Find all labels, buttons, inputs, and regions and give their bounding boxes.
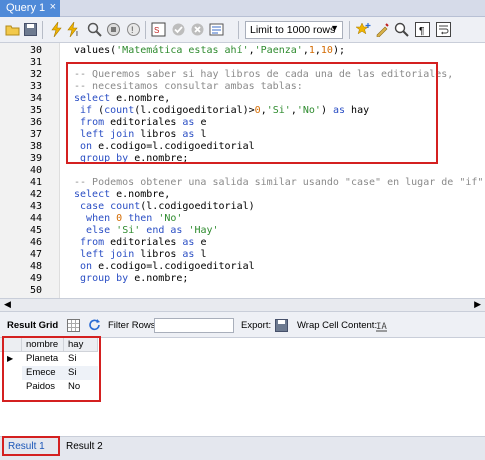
tab-result-2[interactable]: Result 2 [66, 441, 103, 452]
execute-icon[interactable] [48, 21, 65, 38]
line-number: 43 [29, 201, 42, 212]
result-toolbar: Result Grid Filter Rows: Export: Wrap Ce… [0, 312, 485, 338]
code-text: case count(l.codigoeditorial) [80, 201, 255, 212]
line-number: 42 [29, 189, 42, 200]
line-number: 50 [29, 285, 42, 296]
line-number: 39 [29, 153, 42, 164]
code-text: left join libros as l [80, 249, 207, 260]
result-tabs: Result 1 Result 2 [0, 436, 485, 460]
wrap-icon[interactable] [435, 21, 452, 38]
find-icon[interactable] [393, 21, 410, 38]
code-line[interactable]: 41 -- Podemos obtener una salida similar … [0, 177, 485, 189]
refresh-icon[interactable] [88, 319, 102, 332]
code-text: values('Matemática estas ahí','Paenza',1… [74, 45, 345, 56]
tab-query-1[interactable]: Query 1 × [0, 0, 60, 17]
save-icon[interactable] [22, 21, 39, 38]
result-grid-label[interactable]: Result Grid [7, 320, 58, 331]
line-number: 31 [29, 57, 42, 68]
highlight-box-result-tab [2, 436, 60, 456]
code-line[interactable]: 30 values('Matemática estas ahí','Paenza'… [0, 45, 485, 57]
code-line[interactable]: 49 group by e.nombre; [0, 273, 485, 285]
code-line[interactable]: 43 case count(l.codigoeditorial) [0, 201, 485, 213]
svg-text:S: S [154, 26, 159, 35]
limit-rows-select[interactable]: Limit to 1000 rows ▼ [245, 21, 343, 39]
highlight-box-if-query [66, 62, 438, 164]
line-number: 41 [29, 177, 42, 188]
close-icon[interactable]: × [50, 1, 56, 13]
code-text: from editoriales as e [80, 237, 207, 248]
line-number: 36 [29, 117, 42, 128]
line-number: 47 [29, 249, 42, 260]
scroll-left-icon[interactable]: ◀ [4, 299, 11, 310]
code-line[interactable]: 44 when 0 then 'No' [0, 213, 485, 225]
line-number: 32 [29, 69, 42, 80]
stop-icon[interactable] [105, 21, 122, 38]
code-line[interactable]: 47 left join libros as l [0, 249, 485, 261]
code-line[interactable]: 46 from editoriales as e [0, 237, 485, 249]
svg-text:I: I [76, 31, 78, 37]
execute-current-icon[interactable]: I [66, 21, 83, 38]
chevron-down-icon: ▼ [330, 23, 339, 33]
commit-icon[interactable] [170, 21, 187, 38]
filter-rows-input[interactable] [154, 318, 234, 333]
panel-splitter[interactable]: ◀ ▶ [0, 298, 485, 312]
line-number: 44 [29, 213, 42, 224]
code-line[interactable]: 40 [0, 165, 485, 177]
wrap-cell-content-label: Wrap Cell Content: [297, 320, 378, 331]
sql-editor[interactable]: 30 values('Matemática estas ahí','Paenza'… [0, 43, 485, 298]
line-number: 30 [29, 45, 42, 56]
line-number: 38 [29, 141, 42, 152]
code-line[interactable]: 42 select e.nombre, [0, 189, 485, 201]
toggle-autocommit-icon[interactable]: S [150, 21, 167, 38]
code-text: when 0 then 'No' [86, 213, 183, 224]
toggle-output-icon[interactable] [208, 21, 225, 38]
invisible-chars-icon[interactable]: ¶ [414, 21, 431, 38]
line-number: 37 [29, 129, 42, 140]
line-number: 48 [29, 261, 42, 272]
code-text: -- Podemos obtener una salida similar us… [74, 177, 485, 188]
limit-rows-value: Limit to 1000 rows [250, 24, 336, 36]
svg-text:¶: ¶ [419, 26, 424, 37]
wrap-cell-icon[interactable]: IA [375, 319, 389, 332]
export-label: Export: [241, 320, 272, 331]
code-text: select e.nombre, [74, 189, 171, 200]
open-file-icon[interactable] [4, 21, 21, 38]
export-icon[interactable] [275, 319, 289, 332]
highlight-box-result [2, 336, 101, 402]
add-snippet-icon[interactable] [354, 21, 371, 38]
line-number: 45 [29, 225, 42, 236]
filter-rows-label: Filter Rows: [108, 320, 159, 331]
beautify-icon[interactable] [374, 21, 391, 38]
rollback-icon[interactable] [189, 21, 206, 38]
line-number: 49 [29, 273, 42, 284]
scroll-right-icon[interactable]: ▶ [474, 299, 481, 310]
line-number: 46 [29, 237, 42, 248]
line-number: 40 [29, 165, 42, 176]
query-tab-bar: Query 1 × [0, 0, 485, 17]
code-line[interactable]: 50 [0, 285, 485, 297]
editor-toolbar: I ! S Limit to 1000 rows ▼ ¶ [0, 17, 485, 43]
grid-view-icon[interactable] [67, 319, 81, 332]
explain-icon[interactable] [86, 21, 103, 38]
code-line[interactable]: 45 else 'Si' end as 'Hay' [0, 225, 485, 237]
line-number: 34 [29, 93, 42, 104]
code-text: group by e.nombre; [80, 273, 189, 284]
tab-title: Query 1 [6, 2, 46, 14]
svg-text:!: ! [131, 25, 134, 35]
line-number: 35 [29, 105, 42, 116]
code-line[interactable]: 48 on e.codigo=l.codigoeditorial [0, 261, 485, 273]
error-continue-icon[interactable]: ! [125, 21, 142, 38]
code-text: on e.codigo=l.codigoeditorial [80, 261, 255, 272]
code-text: else 'Si' end as 'Hay' [86, 225, 219, 236]
line-number: 33 [29, 81, 42, 92]
